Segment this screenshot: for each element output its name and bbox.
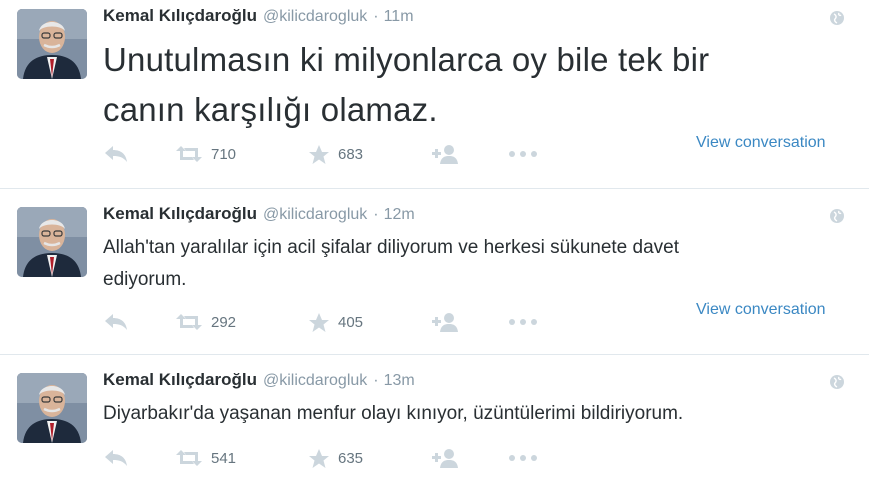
more-button[interactable] [508,447,538,469]
follow-icon [432,145,458,164]
retweet-icon [176,450,202,466]
retweet-count: 710 [211,145,237,163]
favorite-button[interactable]: 683 [308,143,363,165]
star-icon [309,312,329,332]
star-icon [309,448,329,468]
follow-button[interactable] [431,447,459,469]
avatar[interactable] [17,207,87,277]
author-handle[interactable]: @kilicdarogluk [263,206,367,224]
favorite-button[interactable]: 635 [308,447,363,469]
avatar[interactable] [17,9,87,79]
follow-icon [432,313,458,332]
globe-icon [830,11,844,25]
tweet-text-line: Unutulmasın ki milyonlarca oy bile tek b… [103,41,710,78]
tweet-actions: 541 635 [103,447,543,469]
separator-dot: · [373,8,379,25]
separator-dot: · [373,206,379,223]
view-conversation-link[interactable]: View conversation [696,301,826,319]
avatar[interactable] [17,373,87,443]
reply-icon [105,314,127,330]
tweet-header: Kemal Kılıçdaroğlu @kilicdarogluk · 13m [103,370,415,392]
tweet-text: Diyarbakır'da yaşanan menfur olayı kınıy… [103,398,683,430]
tweet-actions: 292 405 [103,311,543,333]
author-handle[interactable]: @kilicdarogluk [263,8,367,26]
more-dots-icon [509,319,537,325]
follow-icon [432,449,458,468]
retweet-count: 541 [211,449,237,467]
reply-icon [105,146,127,162]
follow-button[interactable] [431,311,459,333]
globe-icon [830,375,844,389]
favorite-count: 405 [338,313,364,331]
favorite-button[interactable]: 405 [308,311,363,333]
timestamp[interactable]: 12m [384,206,415,224]
view-conversation-link[interactable]: View conversation [696,134,826,152]
author-name[interactable]: Kemal Kılıçdaroğlu [103,204,257,224]
tweet-text-line: Allah'tan yaralılar için acil şifalar di… [103,237,680,258]
more-button[interactable] [508,311,538,333]
reply-icon [105,450,127,466]
tweet-actions: 710 683 [103,143,543,165]
retweet-icon [176,314,202,330]
retweet-button[interactable]: 541 [175,447,236,469]
tweet-text: Allah'tan yaralılar için acil şifalar di… [103,232,679,296]
more-dots-icon [509,455,537,461]
tweet-text: Unutulmasın ki milyonlarca oy bile tek b… [103,35,709,135]
timestamp[interactable]: 11m [384,8,414,26]
tweet-text-line: canın karşılığı olamaz. [103,91,438,128]
separator-dot: · [373,372,379,389]
follow-button[interactable] [431,143,459,165]
retweet-icon [176,146,202,162]
tweet-text-line: ediyorum. [103,269,187,290]
timestamp[interactable]: 13m [384,372,415,390]
tweet-header: Kemal Kılıçdaroğlu @kilicdarogluk · 11m [103,6,414,28]
tweet-text-line: Diyarbakır'da yaşanan menfur olayı kınıy… [103,403,684,424]
more-dots-icon [509,151,537,157]
retweet-button[interactable]: 710 [175,143,236,165]
retweet-button[interactable]: 292 [175,311,236,333]
retweet-count: 292 [211,313,237,331]
tweet-divider [0,188,869,189]
tweet-header: Kemal Kılıçdaroğlu @kilicdarogluk · 12m [103,204,415,226]
author-handle[interactable]: @kilicdarogluk [263,372,367,390]
reply-button[interactable] [103,311,129,333]
reply-button[interactable] [103,447,129,469]
author-name[interactable]: Kemal Kılıçdaroğlu [103,370,257,390]
favorite-count: 683 [338,145,364,163]
more-button[interactable] [508,143,538,165]
globe-icon [830,209,844,223]
favorite-count: 635 [338,449,364,467]
tweet-divider [0,354,869,355]
star-icon [309,144,329,164]
reply-button[interactable] [103,143,129,165]
author-name[interactable]: Kemal Kılıçdaroğlu [103,6,257,26]
